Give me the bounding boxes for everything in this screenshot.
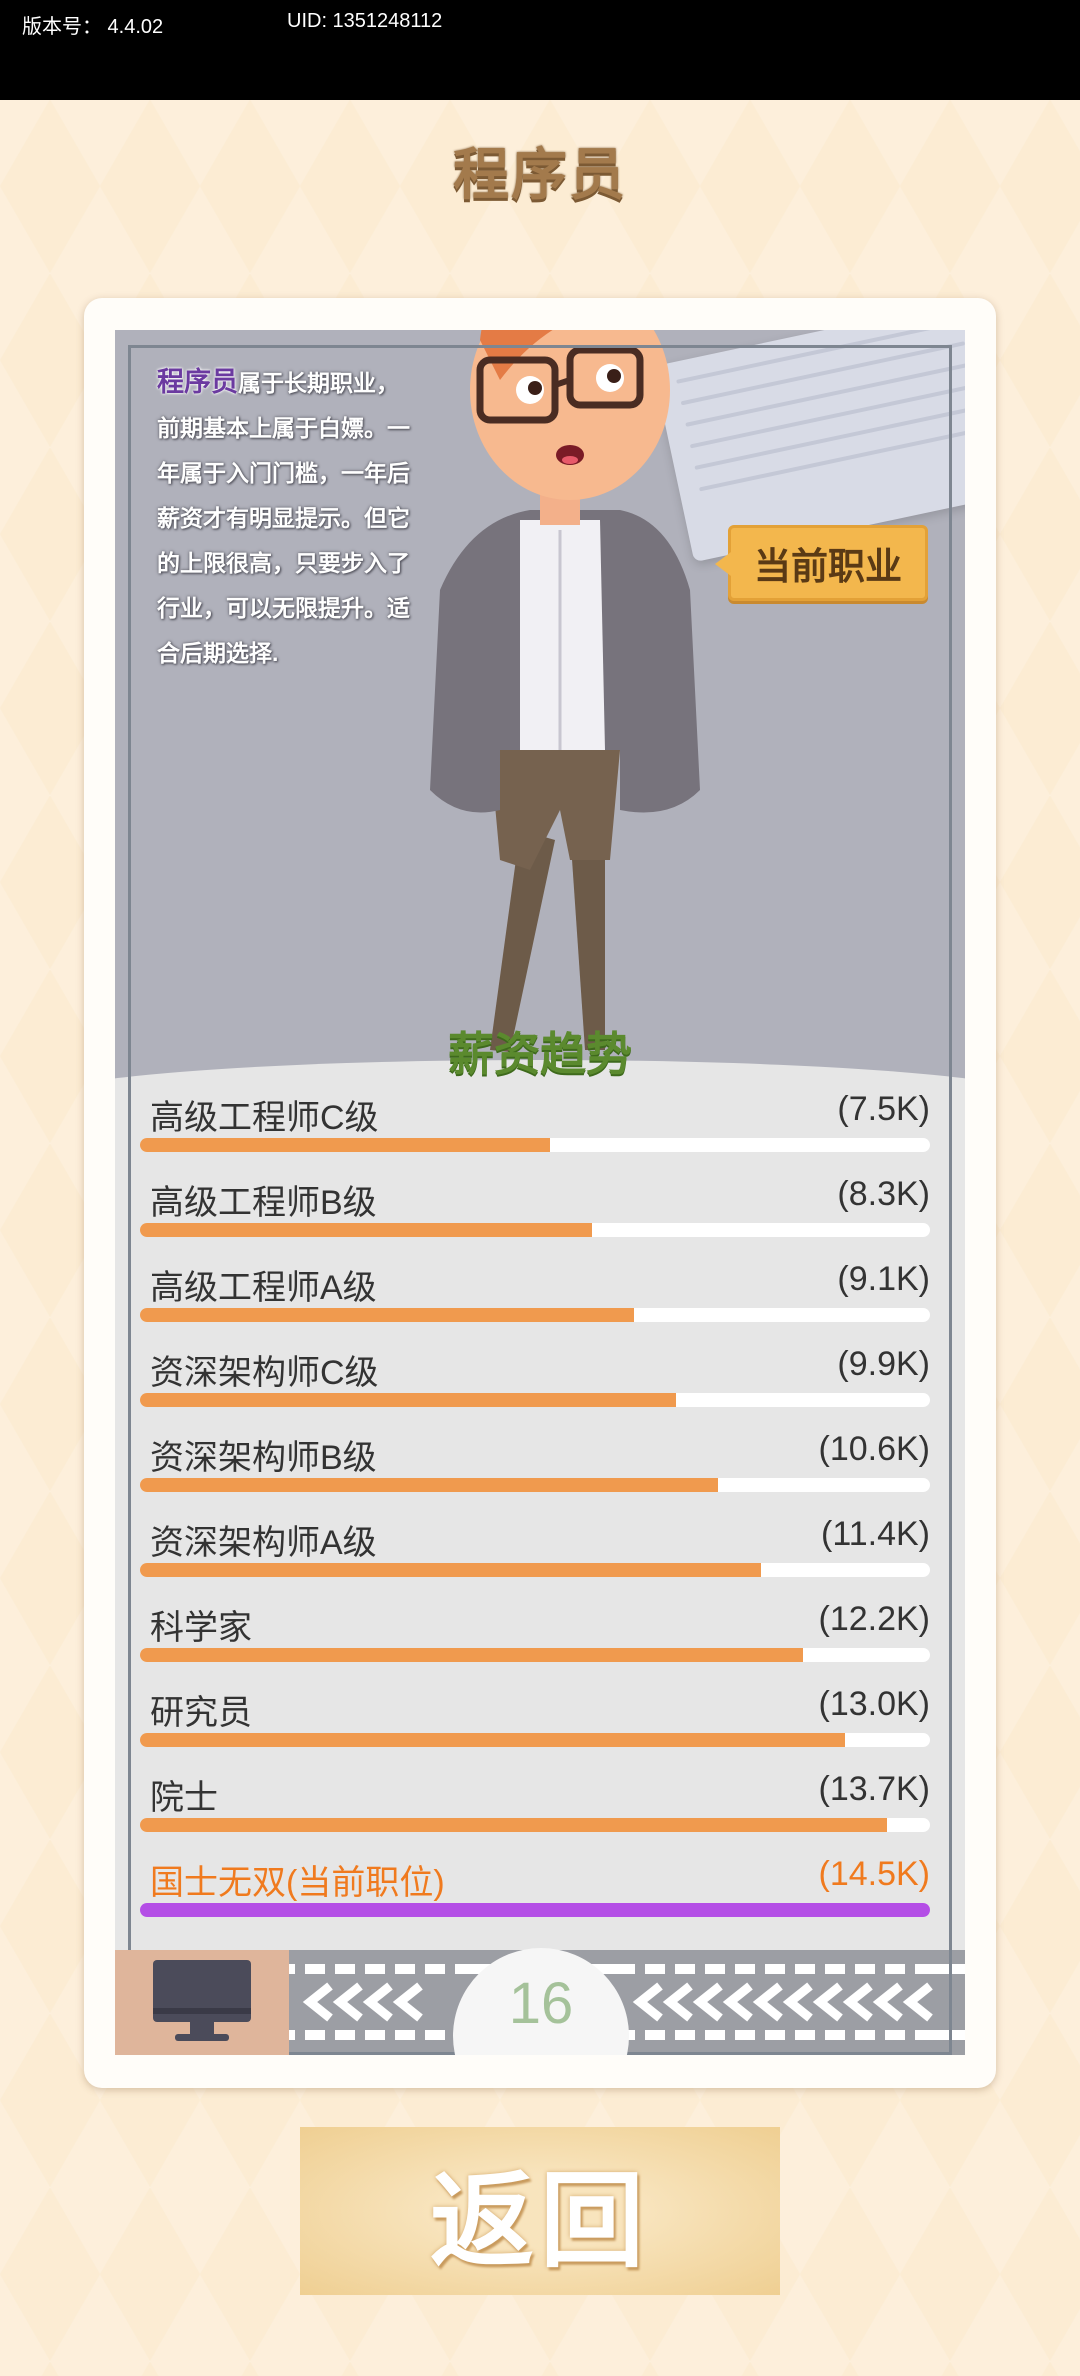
salary-level-row: 资深架构师B级 (10.6K) — [140, 1430, 930, 1515]
salary-progress-track — [140, 1393, 930, 1407]
salary-progress-track — [140, 1818, 930, 1832]
salary-level-row: 科学家 (12.2K) — [140, 1600, 930, 1685]
salary-progress-track — [140, 1478, 930, 1492]
salary-progress-fill — [140, 1733, 846, 1747]
salary-progress-track — [140, 1733, 930, 1747]
salary-level-name: 高级工程师C级 — [150, 1099, 379, 1137]
salary-level-value: (12.2K) — [818, 1600, 931, 1638]
job-intro-body: 属于长期职业，前期基本上属于白嫖。一年属于入门门槛，一年后薪资才有明显提示。但它… — [157, 370, 410, 666]
salary-level-name: 国士无双(当前职位) — [150, 1864, 445, 1902]
salary-level-row: 国士无双(当前职位) (14.5K) — [140, 1855, 930, 1940]
current-job-badge: 当前职业 — [715, 525, 928, 601]
salary-level-value: (11.4K) — [821, 1515, 930, 1553]
salary-progress-fill — [140, 1478, 719, 1492]
salary-level-row: 高级工程师B级 (8.3K) — [140, 1175, 930, 1260]
salary-trend-title: 薪资趋势 — [448, 1028, 632, 1080]
salary-progress-track — [140, 1308, 930, 1322]
job-card-content: 程序员属于长期职业，前期基本上属于白嫖。一年属于入门门槛，一年后薪资才有明显提示… — [115, 330, 965, 2055]
level-indicator: 16 — [453, 1948, 629, 2055]
page-title: 程序员 — [453, 143, 627, 206]
level-number: 16 — [508, 1971, 574, 2036]
salary-level-row: 院士 (13.7K) — [140, 1770, 930, 1855]
salary-level-row: 资深架构师C级 (9.9K) — [140, 1345, 930, 1430]
salary-level-name: 院士 — [150, 1779, 218, 1817]
computer-monitor-icon — [153, 1960, 251, 2041]
back-button[interactable]: 返回 — [300, 2127, 780, 2295]
salary-level-value: (10.6K) — [818, 1430, 931, 1468]
salary-progress-fill — [140, 1648, 803, 1662]
salary-level-row: 研究员 (13.0K) — [140, 1685, 930, 1770]
job-intro-text: 程序员属于长期职业，前期基本上属于白嫖。一年属于入门门槛，一年后薪资才有明显提示… — [157, 360, 412, 676]
salary-level-name: 高级工程师B级 — [150, 1184, 377, 1222]
salary-progress-fill — [140, 1903, 930, 1917]
salary-level-row: 高级工程师C级 (7.5K) — [140, 1090, 930, 1175]
salary-level-value: (14.5K) — [818, 1855, 931, 1893]
salary-level-value: (9.1K) — [837, 1260, 930, 1298]
salary-level-value: (13.7K) — [818, 1770, 931, 1808]
salary-progress-fill — [140, 1563, 761, 1577]
job-icon-box — [115, 1950, 289, 2055]
salary-level-name: 资深架构师C级 — [150, 1354, 379, 1392]
salary-progress-fill — [140, 1223, 592, 1237]
salary-level-name: 资深架构师A级 — [150, 1524, 377, 1562]
salary-progress-track — [140, 1563, 930, 1577]
job-intro-highlight: 程序员 — [157, 367, 238, 397]
salary-level-row: 高级工程师A级 (9.1K) — [140, 1260, 930, 1345]
salary-level-name: 资深架构师B级 — [150, 1439, 377, 1477]
programmer-character-illustration — [370, 330, 770, 1090]
salary-progress-fill — [140, 1818, 888, 1832]
back-button-label: 返回 — [429, 2163, 650, 2280]
salary-progress-fill — [140, 1308, 634, 1322]
salary-level-value: (7.5K) — [837, 1090, 930, 1128]
salary-progress-fill — [140, 1138, 550, 1152]
salary-level-value: (8.3K) — [837, 1175, 930, 1213]
salary-progress-track — [140, 1903, 930, 1917]
salary-level-value: (9.9K) — [837, 1345, 930, 1383]
version-label: 版本号： 4.4.02 — [22, 16, 164, 38]
salary-progress-track — [140, 1223, 930, 1237]
salary-progress-track — [140, 1138, 930, 1152]
status-bar: 版本号： 4.4.02 UID: 1351248112 — [0, 0, 1080, 100]
salary-progress-track — [140, 1648, 930, 1662]
salary-level-value: (13.0K) — [818, 1685, 931, 1723]
salary-level-name: 高级工程师A级 — [150, 1269, 377, 1307]
salary-level-row: 资深架构师A级 (11.4K) — [140, 1515, 930, 1600]
uid-label: UID: 1351248112 — [287, 10, 443, 32]
salary-progress-fill — [140, 1393, 677, 1407]
salary-level-name: 研究员 — [150, 1694, 252, 1732]
salary-level-name: 科学家 — [150, 1609, 252, 1647]
